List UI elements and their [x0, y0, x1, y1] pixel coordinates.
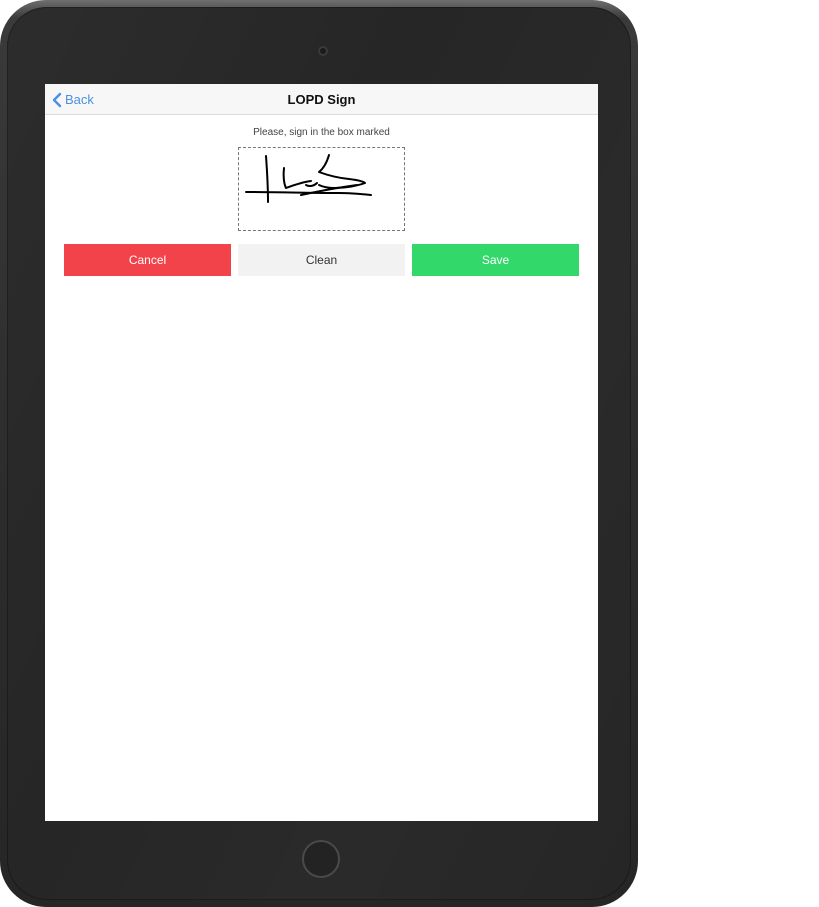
camera-icon [318, 46, 328, 56]
signature-instruction: Please, sign in the box marked [253, 127, 390, 138]
app-screen: Back LOPD Sign Please, sign in the box m… [45, 84, 598, 821]
back-button[interactable]: Back [51, 84, 94, 115]
page-title: LOPD Sign [287, 92, 356, 107]
home-button[interactable] [302, 840, 340, 878]
cancel-button[interactable]: Cancel [64, 244, 231, 276]
page: Back LOPD Sign Please, sign in the box m… [0, 0, 819, 907]
navigation-bar: Back LOPD Sign [45, 84, 598, 115]
save-button[interactable]: Save [412, 244, 579, 276]
chevron-left-icon [51, 92, 63, 108]
signature-strokes [245, 154, 372, 203]
back-label: Back [65, 92, 94, 107]
clean-button[interactable]: Clean [238, 244, 405, 276]
signature-pad[interactable] [238, 147, 405, 231]
